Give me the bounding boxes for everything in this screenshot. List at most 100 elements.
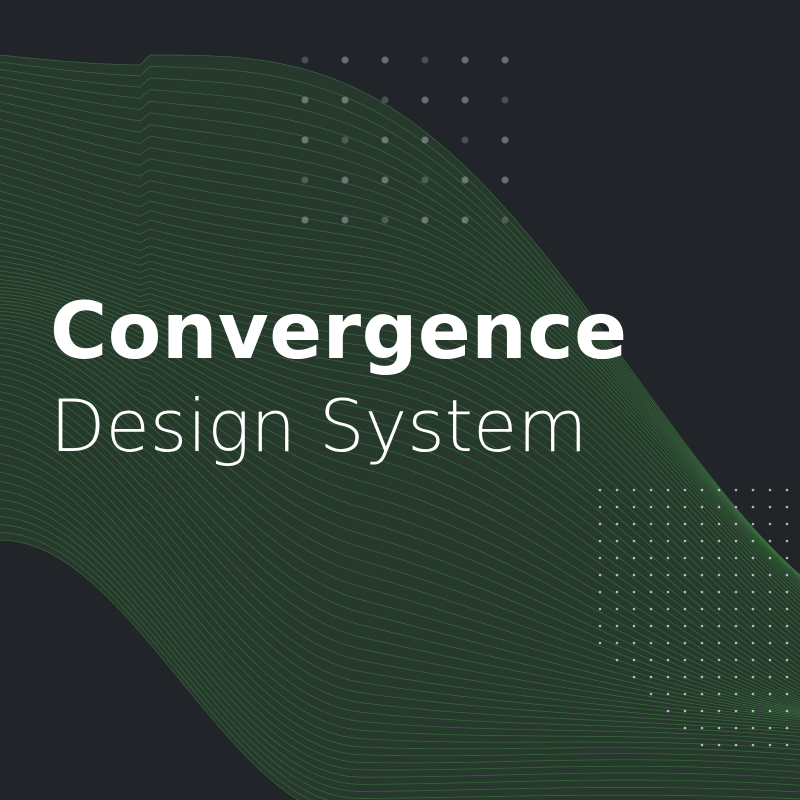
fine-dot: [785, 709, 789, 713]
fine-dot: [700, 573, 704, 577]
grid-dot: [301, 56, 309, 64]
fine-dot: [683, 709, 687, 713]
fine-dot: [632, 641, 636, 645]
fine-dot: [768, 539, 772, 543]
grid-dot: [341, 56, 349, 64]
fine-dot: [615, 539, 619, 543]
fine-dot: [785, 539, 789, 543]
fine-dot: [717, 488, 721, 492]
grid-dot: [381, 96, 389, 104]
cover-artwork: Convergence Design System: [0, 0, 800, 800]
title-block: Convergence Design System: [50, 286, 627, 474]
fine-dot: [615, 556, 619, 560]
fine-dot: [649, 624, 653, 628]
fine-dot: [615, 590, 619, 594]
fine-dot: [717, 522, 721, 526]
grid-dot: [461, 56, 469, 64]
fine-dot: [785, 573, 789, 577]
fine-dot: [598, 505, 602, 509]
fine-dot: [751, 624, 755, 628]
fine-dot: [768, 709, 772, 713]
fine-dot: [615, 522, 619, 526]
fine-dot: [785, 743, 789, 747]
fine-dot: [734, 522, 738, 526]
fine-dot: [700, 709, 704, 713]
fine-dot: [717, 539, 721, 543]
fine-dot: [751, 675, 755, 679]
fine-dot: [717, 641, 721, 645]
fine-dot: [751, 692, 755, 696]
grid-dot: [501, 56, 509, 64]
fine-dot: [768, 522, 772, 526]
fine-dot: [717, 658, 721, 662]
fine-dot: [734, 709, 738, 713]
fine-dot: [683, 522, 687, 526]
fine-dot: [768, 556, 772, 560]
fine-dot: [632, 658, 636, 662]
fine-dot: [700, 658, 704, 662]
fine-dot: [751, 573, 755, 577]
fine-dot: [649, 607, 653, 611]
fine-dot: [683, 607, 687, 611]
fine-dot: [683, 488, 687, 492]
fine-dot: [785, 488, 789, 492]
fine-dot: [751, 607, 755, 611]
fine-dot: [649, 692, 653, 696]
fine-dot: [768, 624, 772, 628]
fine-dot: [632, 522, 636, 526]
fine-dot: [751, 488, 755, 492]
fine-dot: [785, 522, 789, 526]
fine-dot: [734, 539, 738, 543]
fine-dot: [751, 556, 755, 560]
fine-dot: [649, 675, 653, 679]
fine-dot: [683, 505, 687, 509]
title-secondary: Design System: [50, 384, 588, 468]
fine-dot: [666, 641, 670, 645]
grid-dot: [421, 56, 429, 64]
fine-dot: [666, 709, 670, 713]
grid-dot: [461, 216, 469, 224]
fine-dot: [734, 505, 738, 509]
fine-dot: [717, 692, 721, 696]
fine-dot: [768, 590, 772, 594]
fine-dot: [751, 726, 755, 730]
title-primary: Convergence: [50, 287, 628, 377]
fine-dot: [683, 692, 687, 696]
fine-dot: [717, 573, 721, 577]
fine-dot: [785, 641, 789, 645]
grid-dot: [381, 136, 389, 144]
fine-dot: [700, 624, 704, 628]
grid-dot: [341, 96, 349, 104]
fine-dot: [717, 709, 721, 713]
fine-dot: [785, 658, 789, 662]
fine-dot: [683, 539, 687, 543]
fine-dot: [632, 675, 636, 679]
fine-dot: [615, 505, 619, 509]
fine-dot: [785, 590, 789, 594]
fine-dot: [700, 556, 704, 560]
fine-dot: [649, 658, 653, 662]
fine-dot: [700, 505, 704, 509]
grid-dot: [501, 136, 509, 144]
fine-dot: [598, 488, 602, 492]
fine-dot: [666, 522, 670, 526]
fine-dot: [700, 675, 704, 679]
fine-dot: [666, 539, 670, 543]
fine-dot: [768, 726, 772, 730]
fine-dot: [751, 743, 755, 747]
fine-dot: [683, 675, 687, 679]
fine-dot: [598, 624, 602, 628]
fine-dot: [734, 692, 738, 696]
fine-dot: [615, 607, 619, 611]
fine-dot: [649, 505, 653, 509]
grid-dot: [461, 136, 469, 144]
grid-dot: [501, 216, 509, 224]
fine-dot: [768, 607, 772, 611]
fine-dot: [632, 590, 636, 594]
grid-dot: [301, 96, 309, 104]
fine-dot: [785, 556, 789, 560]
grid-dot: [341, 216, 349, 224]
fine-dot: [768, 505, 772, 509]
fine-dot: [768, 675, 772, 679]
fine-dot: [683, 641, 687, 645]
